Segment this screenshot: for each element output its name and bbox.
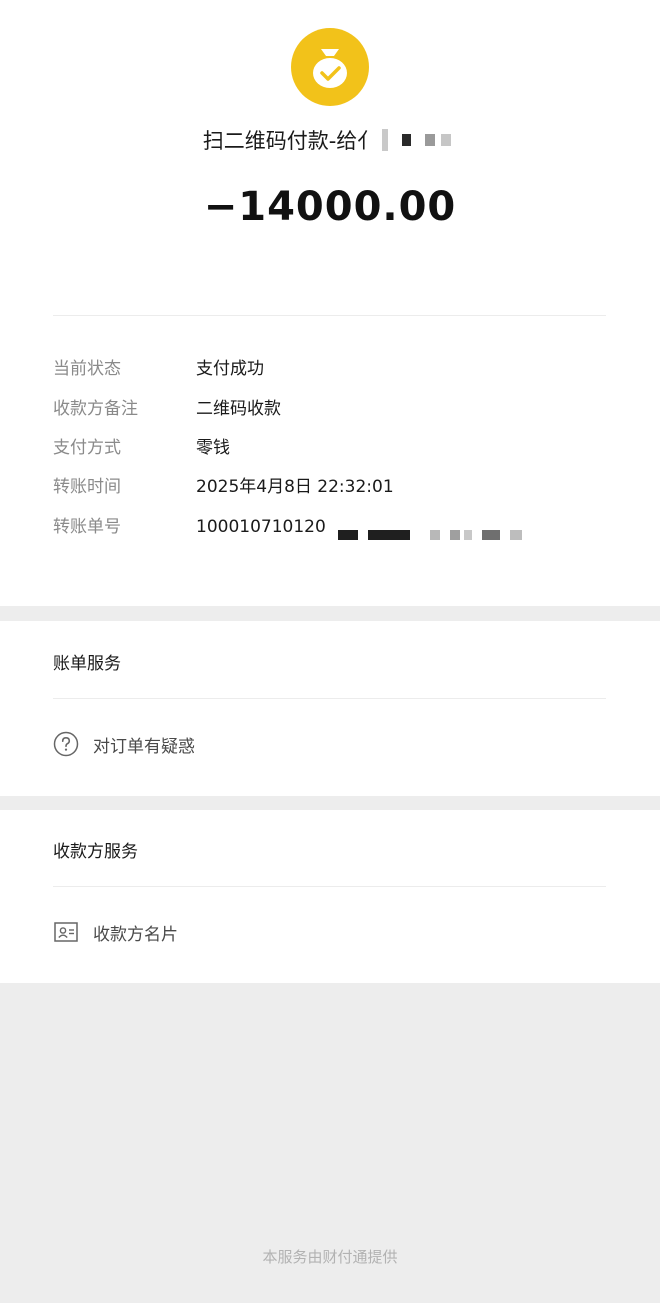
section-title: 收款方服务 [53, 842, 138, 862]
detail-row-time: 转账时间 2025年4月8日 22:32:01 [53, 472, 613, 502]
question-circle-icon [53, 731, 79, 757]
divider [53, 698, 606, 699]
footer-provider-text: 本服务由财付通提供 [262, 1248, 398, 1266]
merchant-title: 扫二维码付款-给亻 [0, 122, 660, 158]
contact-card-icon [54, 922, 78, 942]
divider [53, 315, 606, 316]
detail-row-status: 当前状态 支付成功 [53, 354, 613, 384]
detail-row-method: 支付方式 零钱 [53, 433, 613, 463]
detail-label: 当前状态 [53, 359, 121, 379]
detail-value[interactable]: 100010710120 [196, 512, 326, 542]
divider [53, 886, 606, 887]
money-bag-check-icon [291, 28, 369, 106]
detail-value: 零钱 [196, 438, 230, 458]
transaction-card: 扫二维码付款-给亻 −14000.00 当前状态 支付成功 收款方备注 二维码收… [0, 0, 660, 606]
detail-value: 二维码收款 [196, 399, 281, 419]
detail-label: 转账时间 [53, 477, 121, 497]
detail-label: 收款方备注 [53, 399, 138, 419]
detail-label: 支付方式 [53, 438, 121, 458]
payment-amount: −14000.00 [203, 184, 457, 230]
order-inquiry-item[interactable]: 对订单有疑惑 [53, 729, 195, 759]
merchant-title-text: 扫二维码付款-给亻 [202, 129, 379, 153]
section-title: 账单服务 [53, 654, 121, 674]
detail-row-remark: 收款方备注 二维码收款 [53, 394, 613, 424]
order-inquiry-label: 对订单有疑惑 [93, 736, 195, 757]
detail-value: 支付成功 [196, 359, 264, 379]
bill-service-section: 账单服务 对订单有疑惑 [0, 621, 660, 796]
payee-card-item[interactable]: 收款方名片 [53, 917, 178, 947]
payee-service-section: 收款方服务 收款方名片 [0, 810, 660, 983]
detail-label: 转账单号 [53, 517, 121, 537]
detail-value: 2025年4月8日 22:32:01 [196, 477, 394, 497]
detail-row-transaction-id: 转账单号 100010710120 [53, 512, 613, 542]
redacted-mask [382, 129, 457, 151]
payee-card-label: 收款方名片 [93, 924, 178, 945]
